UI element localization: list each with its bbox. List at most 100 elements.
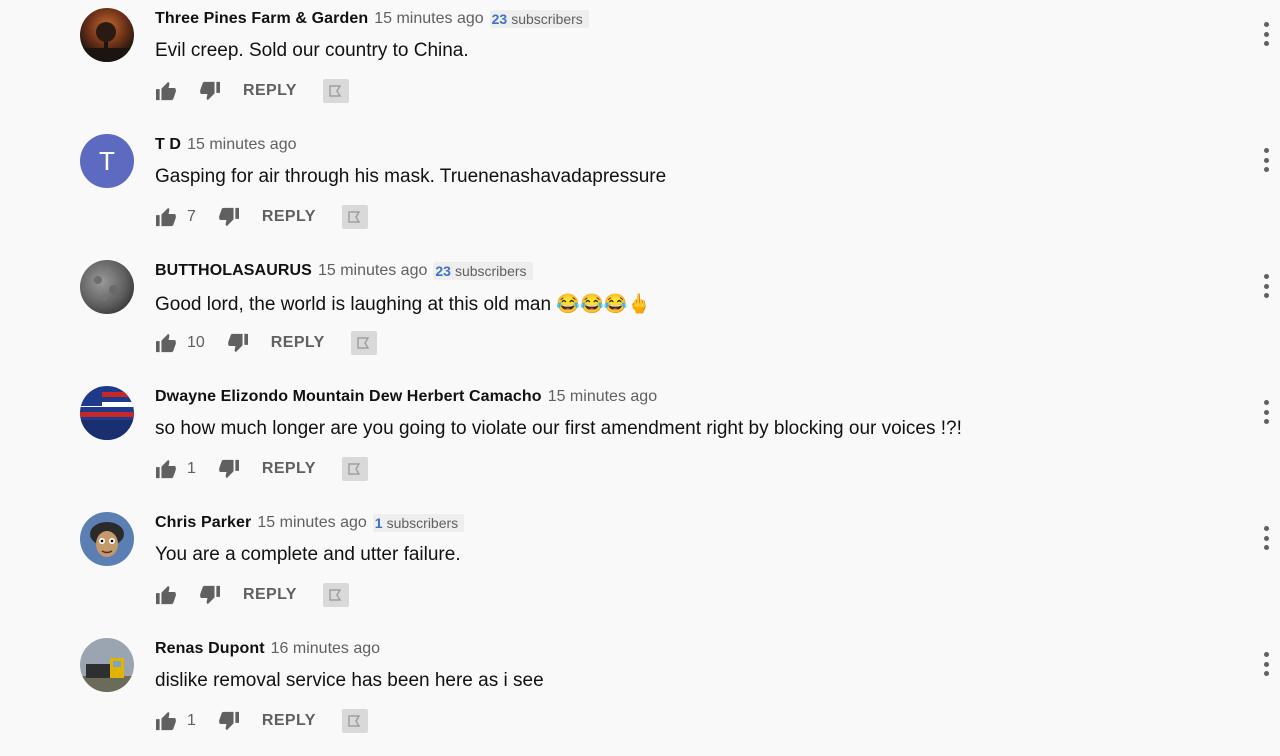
reply-button[interactable]: REPLY [262, 460, 316, 478]
comment-text: Gasping for air through his mask. Truene… [155, 166, 667, 187]
like-count: 7 [187, 208, 196, 225]
action-menu-button[interactable] [1262, 148, 1270, 172]
comment-actions: 1 REPLY [155, 456, 368, 482]
comment-text: dislike removal service has been here as… [155, 670, 544, 691]
author-name[interactable]: Three Pines Farm & Garden [155, 10, 368, 28]
like-count: 1 [187, 712, 196, 729]
reply-button[interactable]: REPLY [243, 586, 297, 604]
thumbs-down-icon [200, 81, 220, 101]
creator-heart-button[interactable] [322, 583, 349, 607]
comment-thread: Chris Parker 15 minutes ago 1 subscribers… [0, 504, 1280, 630]
author-name[interactable]: BUTTHOLASAURUS [155, 262, 312, 280]
like-count: 10 [187, 334, 205, 351]
timestamp[interactable]: 15 minutes ago [318, 262, 427, 280]
reply-button[interactable]: REPLY [262, 712, 316, 730]
dot-icon [1263, 671, 1269, 676]
comment-text: Good lord, the world is laughing at this… [155, 294, 651, 315]
dislike-button[interactable] [218, 207, 240, 227]
comment-actions: REPLY [155, 582, 349, 608]
dot-icon [1263, 293, 1269, 298]
subscriber-count: 23 [491, 11, 508, 27]
creator-heart-button[interactable] [341, 457, 368, 481]
subscriber-badge: 23 subscribers [489, 10, 589, 28]
like-button[interactable] [155, 459, 177, 479]
dot-icon [1263, 419, 1269, 424]
comment-header: Renas Dupont 16 minutes ago [155, 640, 386, 658]
thumbs-up-icon [156, 207, 176, 227]
dot-icon [1263, 661, 1269, 667]
comment-actions: 10 REPLY [155, 330, 377, 356]
comment-text: Evil creep. Sold our country to China. [155, 40, 469, 61]
dislike-button[interactable] [227, 333, 249, 353]
timestamp[interactable]: 15 minutes ago [374, 10, 483, 28]
camacho-2020-flag-icon [80, 386, 134, 440]
author-name[interactable]: Renas Dupont [155, 640, 265, 658]
thumbs-down-icon [219, 207, 239, 227]
subscriber-label: subscribers [511, 11, 583, 27]
comment-thread: BUTTHOLASAURUS 15 minutes ago 23 subscrib… [0, 252, 1280, 378]
thumbs-up-icon [156, 81, 176, 101]
author-name[interactable]: T D [155, 136, 181, 154]
dot-icon [1263, 535, 1269, 541]
comment-actions: REPLY [155, 78, 349, 104]
action-menu-button[interactable] [1262, 526, 1270, 550]
dislike-button[interactable] [218, 459, 240, 479]
reply-button[interactable]: REPLY [262, 208, 316, 226]
subscriber-label: subscribers [454, 263, 527, 279]
subscriber-badge: 1 subscribers [372, 514, 465, 532]
creator-heart-button[interactable] [322, 79, 349, 103]
comment-thread: Renas Dupont 16 minutes ago dislike remo… [0, 630, 1280, 756]
thumbs-down-icon [200, 585, 220, 605]
thumbs-up-icon [156, 711, 176, 731]
thumbs-up-icon [156, 333, 176, 353]
dislike-button[interactable] [218, 711, 240, 731]
like-button[interactable] [155, 207, 177, 227]
avatar[interactable] [80, 8, 134, 62]
timestamp[interactable]: 15 minutes ago [548, 388, 657, 406]
like-button[interactable] [155, 585, 177, 605]
action-menu-button[interactable] [1262, 274, 1270, 298]
comment-header: Dwayne Elizondo Mountain Dew Herbert Cam… [155, 388, 663, 406]
comment-thread: Dwayne Elizondo Mountain Dew Herbert Cam… [0, 378, 1280, 504]
subscriber-badge: 23 subscribers [433, 262, 533, 280]
thumbs-up-icon [156, 585, 176, 605]
like-count: 1 [187, 460, 196, 477]
flag-icon [348, 463, 361, 475]
comment-header: BUTTHOLASAURUS 15 minutes ago 23 subscrib… [155, 262, 533, 280]
avatar-letter: T [99, 145, 115, 176]
timestamp[interactable]: 16 minutes ago [271, 640, 380, 658]
comment-header: Three Pines Farm & Garden 15 minutes ago… [155, 10, 589, 28]
thumbs-up-icon [156, 459, 176, 479]
timestamp[interactable]: 15 minutes ago [187, 136, 296, 154]
avatar[interactable] [80, 260, 134, 314]
comment-header: T D 15 minutes ago [155, 136, 302, 154]
flag-icon [356, 337, 369, 349]
like-button[interactable] [155, 711, 177, 731]
thumbs-down-icon [227, 333, 248, 353]
action-menu-button[interactable] [1262, 400, 1270, 424]
flag-icon [348, 715, 361, 727]
avatar[interactable] [80, 638, 134, 692]
avatar[interactable] [80, 386, 134, 440]
like-button[interactable] [155, 333, 177, 353]
comment-thread: Three Pines Farm & Garden 15 minutes ago… [0, 0, 1280, 126]
creator-heart-button[interactable] [350, 331, 377, 355]
reply-button[interactable]: REPLY [243, 82, 297, 100]
timestamp[interactable]: 15 minutes ago [257, 514, 366, 532]
dislike-button[interactable] [199, 585, 221, 605]
flag-icon [348, 211, 361, 223]
author-name[interactable]: Chris Parker [155, 514, 251, 532]
avatar[interactable] [80, 512, 134, 566]
creator-heart-button[interactable] [341, 205, 368, 229]
creator-heart-button[interactable] [341, 709, 368, 733]
author-name[interactable]: Dwayne Elizondo Mountain Dew Herbert Cam… [155, 388, 542, 406]
avatar[interactable]: T [80, 134, 134, 188]
like-button[interactable] [155, 81, 177, 101]
subscriber-label: subscribers [386, 515, 459, 531]
reply-button[interactable]: REPLY [271, 334, 325, 352]
action-menu-button[interactable] [1262, 22, 1270, 46]
dislike-button[interactable] [199, 81, 221, 101]
action-menu-button[interactable] [1262, 652, 1270, 676]
subscriber-count: 23 [435, 263, 451, 279]
comment-text: You are a complete and utter failure. [155, 544, 461, 565]
